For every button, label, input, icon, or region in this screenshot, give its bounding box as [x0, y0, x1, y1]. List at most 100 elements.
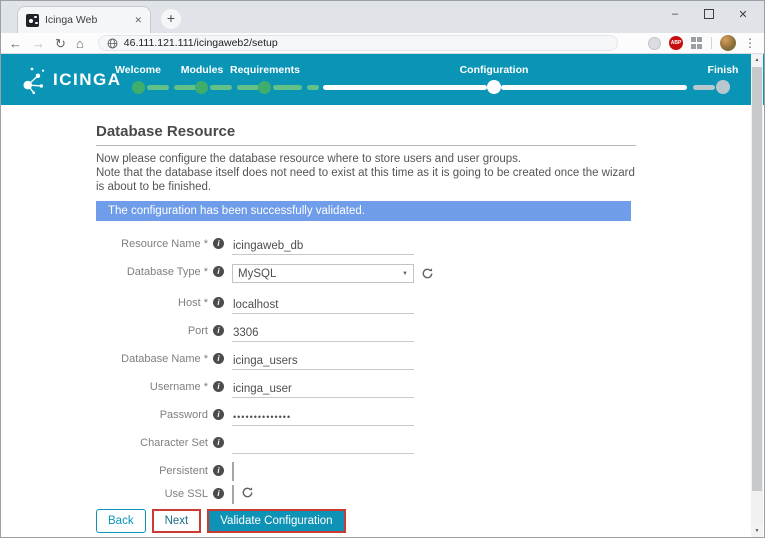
profile-avatar[interactable]	[720, 35, 736, 51]
chevron-down-icon: ▼	[402, 271, 408, 277]
tab-close-icon[interactable]: ✕	[134, 15, 142, 26]
progress-segment	[147, 85, 169, 90]
page-description: Now please configure the database resour…	[96, 152, 641, 194]
refresh-icon[interactable]	[421, 267, 434, 280]
close-window-button[interactable]: ✕	[736, 8, 750, 21]
form-row-username: Username * i	[96, 379, 753, 395]
progress-segment	[174, 85, 197, 90]
tab-title: Icinga Web	[45, 14, 128, 26]
step-configuration: Configuration	[460, 64, 529, 76]
database-resource-form: Resource Name * i Database Type * i MySQ…	[96, 236, 753, 533]
form-row-host: Host * i	[96, 295, 753, 311]
info-icon[interactable]: i	[213, 409, 224, 420]
progress-segment	[237, 85, 259, 90]
icinga-favicon-icon	[26, 14, 39, 27]
toolbar-right: ABP ⋮	[648, 35, 756, 51]
form-row-password: Password i	[96, 407, 753, 423]
icinga-logo-text: ICINGA	[53, 70, 122, 90]
maximize-button[interactable]	[704, 9, 714, 19]
info-icon[interactable]: i	[213, 297, 224, 308]
new-tab-button[interactable]: +	[161, 9, 181, 29]
title-divider	[96, 145, 636, 146]
info-icon[interactable]: i	[213, 437, 224, 448]
password-label: Password	[96, 407, 208, 421]
persistent-checkbox[interactable]	[232, 462, 234, 481]
extension-icon[interactable]	[648, 37, 661, 50]
info-icon[interactable]: i	[213, 238, 224, 249]
step-welcome: Welcome	[115, 64, 161, 76]
use-ssl-checkbox[interactable]	[232, 485, 234, 504]
info-icon[interactable]: i	[213, 353, 224, 364]
resource-name-input[interactable]	[232, 238, 414, 255]
form-buttons: Back Next Validate Configuration	[96, 509, 753, 533]
info-icon[interactable]: i	[213, 325, 224, 336]
refresh-icon[interactable]	[241, 486, 254, 499]
password-input[interactable]	[232, 409, 414, 426]
next-button[interactable]: Next	[152, 509, 202, 533]
progress-segment	[323, 85, 487, 90]
back-icon[interactable]: ←	[9, 37, 22, 50]
form-row-persistent: Persistent i	[96, 463, 753, 476]
form-row-database-name: Database Name * i	[96, 351, 753, 367]
database-type-label: Database Type *	[96, 264, 208, 278]
window-controls: – ✕	[668, 1, 758, 27]
back-button[interactable]: Back	[96, 509, 146, 533]
page-title: Database Resource	[96, 123, 636, 140]
browser-window: Icinga Web ✕ + – ✕ ← → ↻ ⌂ 46.111.121.11…	[0, 0, 765, 538]
globe-icon	[107, 38, 118, 49]
url-text[interactable]: 46.111.121.111/icingaweb2/setup	[124, 37, 278, 49]
form-row-character-set: Character Set i	[96, 435, 753, 451]
browser-toolbar: ← → ↻ ⌂ 46.111.121.111/icingaweb2/setup …	[1, 33, 764, 54]
host-input[interactable]	[232, 297, 414, 314]
info-icon[interactable]: i	[213, 465, 224, 476]
info-icon[interactable]: i	[213, 488, 224, 499]
forward-icon[interactable]: →	[32, 37, 45, 50]
database-type-select[interactable]: MySQL ▼	[232, 264, 414, 283]
browser-tab[interactable]: Icinga Web ✕	[17, 6, 151, 33]
port-label: Port	[96, 323, 208, 337]
description-line: Note that the database itself does not n…	[96, 166, 641, 194]
progress-segment	[210, 85, 232, 90]
username-input[interactable]	[232, 381, 414, 398]
scrollbar-thumb[interactable]	[752, 67, 762, 491]
info-icon[interactable]: i	[213, 381, 224, 392]
icinga-logo: ICINGA	[15, 62, 122, 98]
address-bar[interactable]: 46.111.121.111/icingaweb2/setup	[98, 35, 618, 51]
persistent-label: Persistent	[96, 463, 208, 477]
validate-configuration-button[interactable]: Validate Configuration	[207, 509, 345, 533]
form-row-resource-name: Resource Name * i	[96, 236, 753, 252]
database-type-value: MySQL	[238, 268, 276, 280]
step-dot-finish	[716, 80, 730, 94]
description-line: Now please configure the database resour…	[96, 152, 641, 166]
step-dot-modules	[195, 81, 208, 94]
database-name-input[interactable]	[232, 353, 414, 370]
step-modules: Modules	[181, 64, 224, 76]
use-ssl-label: Use SSL	[96, 486, 208, 500]
progress-segment	[273, 85, 302, 90]
form-row-port: Port i	[96, 323, 753, 339]
minimize-button[interactable]: –	[668, 8, 682, 20]
adblock-icon[interactable]: ABP	[669, 36, 683, 50]
scroll-down-icon[interactable]: ▼	[751, 525, 763, 538]
resource-name-label: Resource Name *	[96, 236, 208, 250]
home-icon[interactable]: ⌂	[76, 37, 84, 50]
progress-segment	[501, 85, 687, 90]
page-scrollbar[interactable]: ▲ ▼	[751, 54, 763, 538]
step-dot-welcome	[132, 81, 145, 94]
browser-titlebar: Icinga Web ✕ + – ✕	[1, 1, 764, 33]
icinga-header: ICINGA Welcome Modules Requirements Conf…	[1, 54, 764, 105]
database-name-label: Database Name *	[96, 351, 208, 365]
form-row-database-type: Database Type * i MySQL ▼	[96, 264, 753, 283]
info-icon[interactable]: i	[213, 266, 224, 277]
character-set-input[interactable]	[232, 437, 414, 454]
progress-segment	[307, 85, 319, 90]
username-label: Username *	[96, 379, 208, 393]
step-dot-configuration	[487, 80, 501, 94]
reload-icon[interactable]: ↻	[55, 37, 66, 50]
extension-grid-icon[interactable]	[691, 37, 703, 49]
port-input[interactable]	[232, 325, 414, 342]
host-label: Host *	[96, 295, 208, 309]
browser-menu-icon[interactable]: ⋮	[744, 36, 756, 50]
toolbar-separator	[711, 37, 712, 49]
scroll-up-icon[interactable]: ▲	[751, 54, 763, 67]
